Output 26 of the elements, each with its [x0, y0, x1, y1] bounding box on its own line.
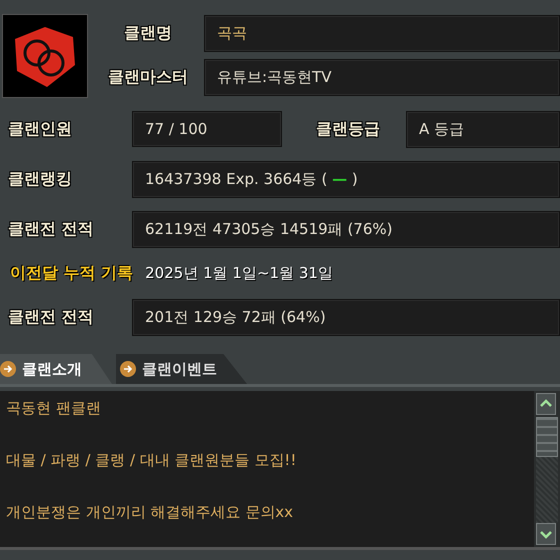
intro-text: 대물 / 파랭 / 클랭 / 대내 클랜원분들 모집!! [6, 450, 298, 471]
field-label: 클랜등급 [315, 118, 381, 140]
clan-name-field: 곡곡 [204, 14, 560, 52]
grade-field: A 등급 [406, 110, 560, 148]
section-title: 이전달 누적 기록 [10, 262, 134, 284]
field-label: 클랜전 전적 [8, 306, 95, 328]
intro-text: 개인분쟁은 개인끼리 해결해주세요 문의xx [6, 502, 294, 523]
field-label: 클랜전 전적 [8, 218, 95, 240]
members-field: 77 / 100 [132, 111, 282, 147]
period-text: 2025년 1월 1일~1월 31일 [145, 264, 333, 282]
record-field: 201전 129승 72패 (64%) [132, 298, 560, 336]
scroll-thumb[interactable] [536, 417, 558, 457]
field-label: 클랜마스터 [107, 66, 189, 88]
record-field: 62119전 47305승 14519패 (76%) [132, 210, 560, 248]
tab[interactable]: 클랜소개 [0, 354, 112, 384]
clan-emblem-icon [2, 14, 88, 98]
field-label: 클랜랭킹 [8, 168, 73, 190]
intro-text: 곡동현 팬클랜 [6, 398, 102, 419]
field-label: 클랜명 [123, 22, 173, 44]
field-label: 클랜인원 [8, 118, 73, 140]
clan-master-field: 유튜브:곡동현TV [204, 58, 560, 96]
scroll-up-icon[interactable] [536, 393, 556, 415]
ranking-field: 16437398 Exp. 3664등 ( — ) [132, 160, 560, 198]
scrollbar[interactable] [534, 391, 560, 547]
tab[interactable]: 클랜이벤트 [116, 354, 247, 384]
scroll-down-icon[interactable] [536, 523, 556, 545]
